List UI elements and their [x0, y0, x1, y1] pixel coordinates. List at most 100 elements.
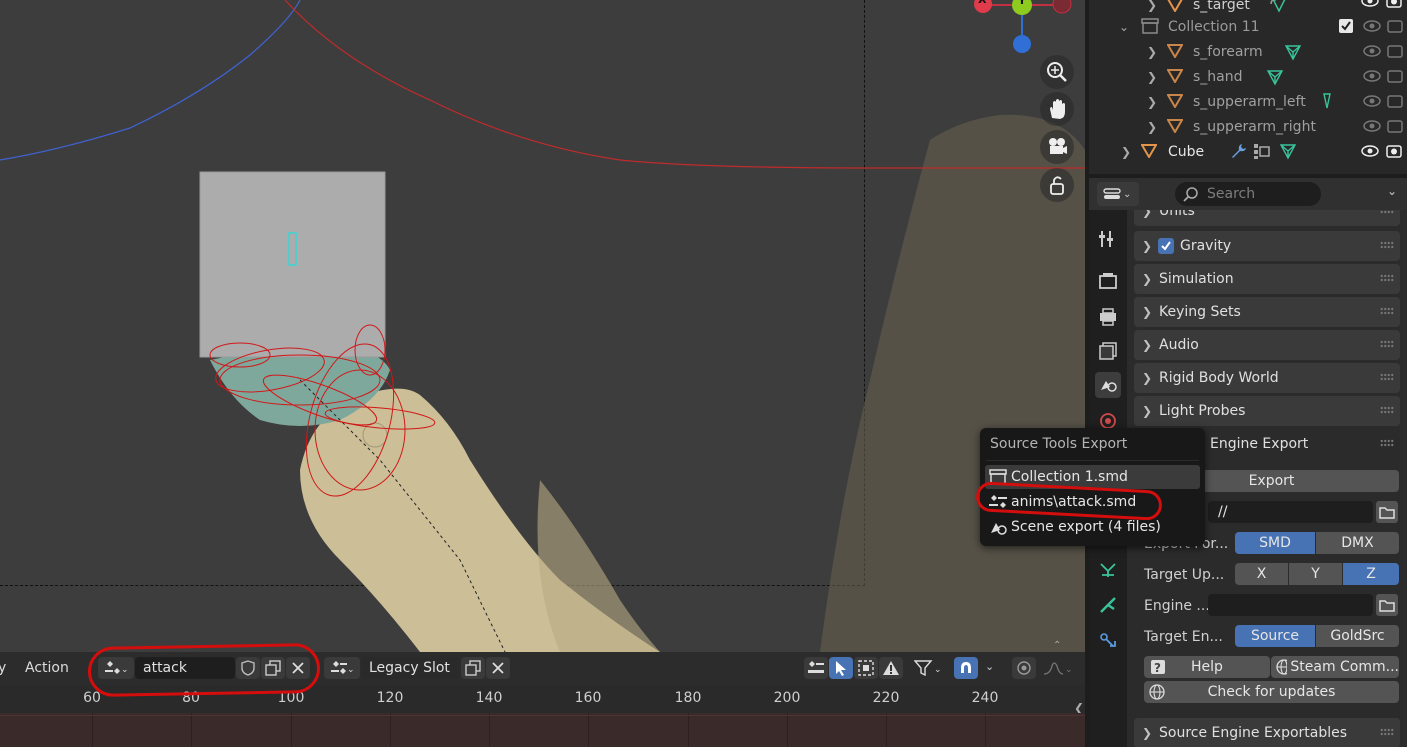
select-cursor-icon[interactable] [829, 657, 853, 679]
svg-text:⌄: ⌄ [347, 665, 354, 675]
outliner-row-s-upperarm-left[interactable]: ❯ s_upperarm_left [1089, 89, 1407, 114]
mesh-triangle-icon [1141, 144, 1157, 158]
editor-type-dropdown[interactable]: ⌄ [1097, 182, 1139, 206]
slot-browse-dropdown[interactable]: ⌄ [324, 657, 360, 679]
vertex-groups-icon [1254, 144, 1270, 159]
chevron-right-icon: ❯ [1142, 338, 1153, 352]
drag-grip-icon[interactable] [1380, 307, 1394, 315]
outliner-row-s-hand[interactable]: ❯ s_hand [1089, 64, 1407, 89]
drag-grip-icon[interactable] [1380, 274, 1394, 282]
output-tab-icon[interactable] [1095, 304, 1121, 330]
engine-source-button[interactable]: Source [1235, 625, 1315, 647]
engine-goldsrc-button[interactable]: GoldSrc [1316, 625, 1399, 647]
falloff-curve-icon[interactable]: ⌄ [1040, 657, 1076, 679]
render-camera-icon[interactable] [1387, 69, 1403, 87]
check-updates-button[interactable]: Check for updates [1144, 681, 1399, 703]
visibility-eye-icon[interactable] [1363, 19, 1381, 37]
chevron-right-icon: ❯ [1142, 272, 1153, 286]
hand-pan-icon[interactable] [1040, 92, 1074, 126]
snap-magnet-icon[interactable] [954, 657, 978, 679]
engine-path-field[interactable] [1208, 594, 1373, 616]
lock-icon[interactable] [1040, 168, 1074, 202]
properties-search-input[interactable]: Search [1175, 182, 1321, 206]
drag-grip-icon[interactable] [1380, 439, 1394, 447]
visibility-eye-icon[interactable] [1361, 144, 1379, 162]
frame-tick: 180 [674, 690, 702, 706]
3d-viewport[interactable]: X Y ⌃ [0, 0, 1085, 652]
properties-header: ⌄ Search ⌄ [1089, 178, 1407, 210]
view-layer-tab-icon[interactable] [1095, 338, 1121, 364]
up-axis-x-button[interactable]: X [1235, 563, 1288, 585]
render-camera-icon[interactable] [1386, 143, 1402, 163]
visibility-eye-icon[interactable] [1363, 69, 1381, 87]
render-camera-icon[interactable] [1387, 44, 1403, 62]
snap-options-chevron-icon[interactable]: ⌄ [985, 660, 994, 673]
drag-grip-icon[interactable] [1380, 241, 1394, 249]
panel-simulation[interactable]: ❯ Simulation [1134, 264, 1400, 294]
panel-keying-sets[interactable]: ❯ Keying Sets [1134, 297, 1400, 327]
mode-label-clipped: y [0, 660, 7, 676]
folder-icon[interactable] [1376, 594, 1398, 616]
panel-gravity[interactable]: ❯ Gravity [1134, 231, 1400, 261]
format-dmx-button[interactable]: DMX [1316, 532, 1399, 554]
globe-icon [1276, 659, 1288, 675]
drag-grip-icon[interactable] [1380, 406, 1394, 414]
navigation-gizmo[interactable] [965, 0, 1075, 58]
render-camera-icon[interactable] [1387, 94, 1403, 112]
proportional-edit-icon[interactable] [1012, 657, 1036, 679]
outliner-row-s-upperarm-right[interactable]: ❯ s_upperarm_right [1089, 114, 1407, 139]
render-tab-icon[interactable] [1095, 268, 1121, 294]
tool-tab-icon[interactable] [1095, 226, 1121, 252]
data-tab-icon[interactable] [1095, 592, 1121, 618]
render-camera-icon[interactable] [1387, 119, 1403, 137]
drag-grip-icon[interactable] [1380, 210, 1394, 214]
export-path-field[interactable]: // [1208, 501, 1373, 523]
collection-checkbox[interactable] [1339, 19, 1353, 33]
gravity-checkbox[interactable] [1158, 238, 1174, 254]
render-camera-icon[interactable] [1386, 0, 1402, 12]
panel-source-engine-exportables[interactable]: ❯ Source Engine Exportables [1134, 718, 1400, 747]
format-smd-button[interactable]: SMD [1235, 532, 1315, 554]
gizmo-y-label: Y [1018, 0, 1026, 7]
drag-grip-icon[interactable] [1380, 340, 1394, 348]
slot-icon: ⌄ [331, 661, 354, 675]
zoom-icon[interactable] [1040, 55, 1074, 89]
panel-units[interactable]: ❯ Units [1134, 210, 1400, 226]
visibility-eye-icon[interactable] [1361, 0, 1379, 12]
drag-grip-icon[interactable] [1380, 373, 1394, 381]
outliner-row-s-forearm[interactable]: ❯ s_forearm [1089, 39, 1407, 64]
collapse-arrow-icon[interactable]: ⌃ [1053, 640, 1061, 651]
panel-light-probes[interactable]: ❯ Light Probes [1134, 396, 1400, 426]
scene-tab-icon[interactable] [1095, 372, 1121, 398]
warning-icon[interactable] [879, 657, 903, 679]
up-axis-z-button[interactable]: Z [1343, 563, 1399, 585]
menu-item-scene-export[interactable]: Scene export (4 files) [985, 515, 1200, 539]
chevron-right-icon: ❯ [1142, 371, 1153, 385]
panel-rigid-body-world[interactable]: ❯ Rigid Body World [1134, 363, 1400, 393]
only-show-selected-icon[interactable] [804, 657, 828, 679]
chevron-right-icon: ❯ [1142, 404, 1153, 418]
unlink-close-icon[interactable] [486, 657, 510, 679]
up-axis-y-button[interactable]: Y [1289, 563, 1342, 585]
options-chevron-icon[interactable]: ⌄ [1387, 184, 1397, 198]
steam-community-button[interactable]: Steam Comm... [1271, 656, 1399, 678]
slot-name-field[interactable]: Legacy Slot [361, 657, 459, 679]
visibility-eye-icon[interactable] [1363, 94, 1381, 112]
folder-icon[interactable] [1376, 501, 1398, 523]
visibility-eye-icon[interactable] [1363, 119, 1381, 137]
camera-icon[interactable] [1040, 130, 1074, 164]
render-camera-icon[interactable] [1387, 19, 1403, 37]
visibility-eye-icon[interactable] [1363, 44, 1381, 62]
filter-icon[interactable]: ⌄ [910, 657, 946, 679]
drag-grip-icon[interactable] [1380, 728, 1394, 736]
outliner-row-cube[interactable]: ❯ Cube [1089, 139, 1407, 164]
keyframe-tracks[interactable] [0, 713, 1085, 747]
box-select-icon[interactable] [854, 657, 878, 679]
constraints-tab-icon[interactable] [1095, 556, 1121, 582]
outliner-row-collection-11[interactable]: ⌄ Collection 11 [1089, 14, 1407, 39]
duplicate-icon[interactable] [461, 657, 485, 679]
bone-tab-icon[interactable] [1095, 628, 1121, 654]
help-button[interactable]: ? Help [1144, 656, 1270, 678]
panel-audio[interactable]: ❯ Audio [1134, 330, 1400, 360]
blue-curve [0, 0, 301, 161]
